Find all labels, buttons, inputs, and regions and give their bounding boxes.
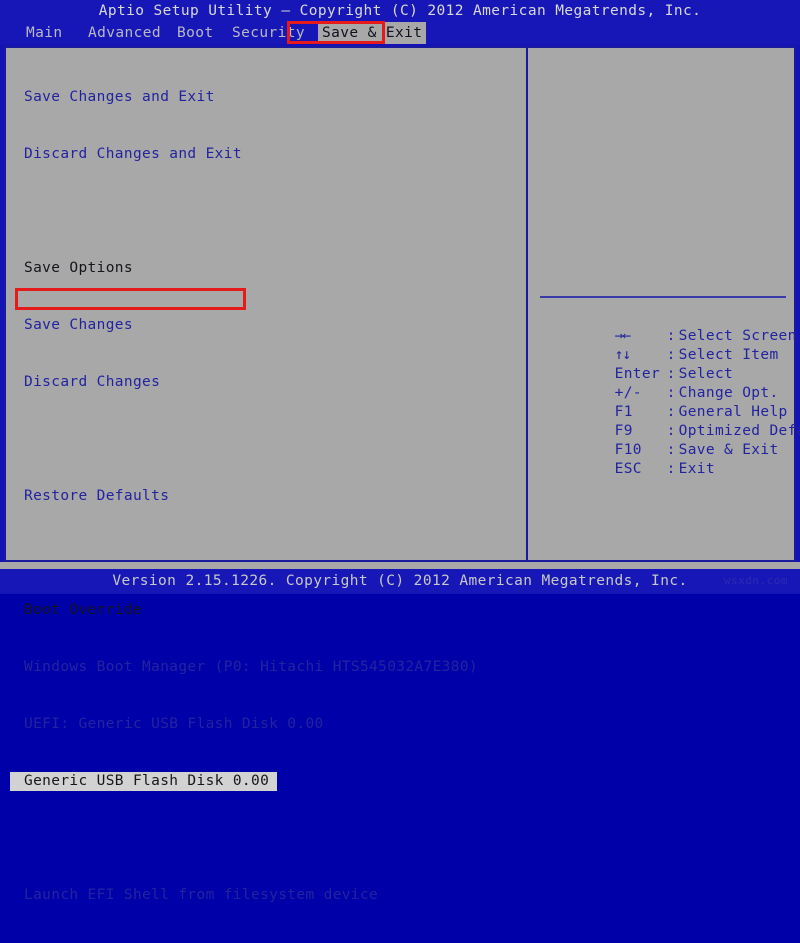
help-separator: : (666, 442, 676, 458)
list-item[interactable]: Save Changes and Exit (10, 88, 522, 107)
help-key-f10: F10 (614, 442, 642, 458)
list-item-selected[interactable]: Generic USB Flash Disk 0.00 (10, 772, 522, 791)
bios-setup-screen: Aptio Setup Utility – Copyright (C) 2012… (0, 0, 800, 903)
boot-entry-uefi-generic-usb-flash-disk[interactable]: UEFI: Generic USB Flash Disk 0.00 (10, 715, 522, 734)
menu-restore-defaults[interactable]: Restore Defaults (10, 487, 522, 506)
help-action-save-and-exit: Save & Exit (678, 442, 779, 458)
arrows-left-right-icon: →← (614, 328, 631, 344)
help-key-enter: Enter (614, 366, 661, 382)
tab-save-and-exit[interactable]: Save & Exit (318, 22, 427, 44)
help-action-general-help: General Help (678, 404, 788, 420)
footer-version-text: Version 2.15.1226. Copyright (C) 2012 Am… (112, 573, 688, 589)
help-action-optimized-defaults: Optimized Defaults (678, 423, 800, 439)
tab-main[interactable]: Main (22, 22, 67, 44)
help-key-f1: F1 (614, 404, 633, 420)
help-key-esc: ESC (614, 461, 642, 477)
footer-bar: Version 2.15.1226. Copyright (C) 2012 Am… (0, 569, 800, 594)
settings-list: Save Changes and Exit Discard Changes an… (10, 50, 522, 903)
list-spacer (10, 430, 522, 449)
list-item[interactable]: Restore Defaults (10, 487, 522, 506)
help-panel: →←: Select Screen ↑↓: Select Item Enter: Se… (532, 50, 800, 558)
help-row-select-screen: →←: Select Screen (532, 308, 797, 344)
watermark-text: wsxdn.com (723, 574, 788, 587)
list-item[interactable]: Discard Changes and Exit (10, 145, 522, 164)
help-key-plus-minus: +/- (614, 385, 642, 401)
help-separator: : (666, 461, 676, 477)
list-item[interactable]: Launch EFI Shell from filesystem device (10, 886, 522, 905)
list-item[interactable]: Windows Boot Manager (P0: Hitachi HTS545… (10, 658, 522, 677)
help-action-select-screen: Select Screen (678, 328, 797, 344)
menu-launch-efi-shell[interactable]: Launch EFI Shell from filesystem device (10, 886, 522, 905)
section-header: Save Options (10, 259, 522, 278)
header-boot-override: Boot Override (24, 602, 143, 618)
boot-entry-generic-usb-flash-disk[interactable]: Generic USB Flash Disk 0.00 (10, 772, 278, 791)
menu-bar: Main Advanced Boot Security Save & Exit (0, 22, 800, 44)
menu-discard-changes[interactable]: Discard Changes (10, 373, 522, 392)
tab-boot[interactable]: Boot (173, 22, 218, 44)
help-action-select-item: Select Item (678, 347, 779, 363)
help-separator: : (666, 404, 676, 420)
help-separator: : (666, 385, 676, 401)
help-action-select: Select (678, 366, 734, 382)
help-separator: : (666, 423, 676, 439)
list-spacer (10, 202, 522, 221)
list-spacer (10, 829, 522, 848)
help-action-change-opt: Change Opt. (678, 385, 779, 401)
list-item[interactable]: Save Changes (10, 316, 522, 335)
tab-security[interactable]: Security (228, 22, 309, 44)
window-title: Aptio Setup Utility – Copyright (C) 2012… (0, 0, 800, 22)
menu-discard-changes-and-exit[interactable]: Discard Changes and Exit (10, 145, 522, 164)
tab-advanced[interactable]: Advanced (84, 22, 165, 44)
help-action-exit: Exit (678, 461, 715, 477)
menu-save-changes[interactable]: Save Changes (10, 316, 522, 335)
help-separator: : (666, 347, 676, 363)
boot-entry-windows-boot-manager[interactable]: Windows Boot Manager (P0: Hitachi HTS545… (10, 658, 522, 677)
help-divider (540, 296, 786, 298)
bottom-strip (0, 562, 800, 569)
list-spacer (10, 544, 522, 563)
menu-save-changes-and-exit[interactable]: Save Changes and Exit (10, 88, 522, 107)
arrows-up-down-icon: ↑↓ (614, 347, 631, 363)
header-save-options: Save Options (24, 260, 133, 276)
help-separator: : (666, 366, 676, 382)
section-header: Boot Override (10, 601, 522, 620)
panel-divider (526, 46, 528, 562)
help-separator: : (666, 328, 676, 344)
list-item[interactable]: Discard Changes (10, 373, 522, 392)
help-key-f9: F9 (614, 423, 633, 439)
list-item[interactable]: UEFI: Generic USB Flash Disk 0.00 (10, 715, 522, 734)
help-key-list: →←: Select Screen ↑↓: Select Item Enter: Se… (532, 308, 800, 477)
